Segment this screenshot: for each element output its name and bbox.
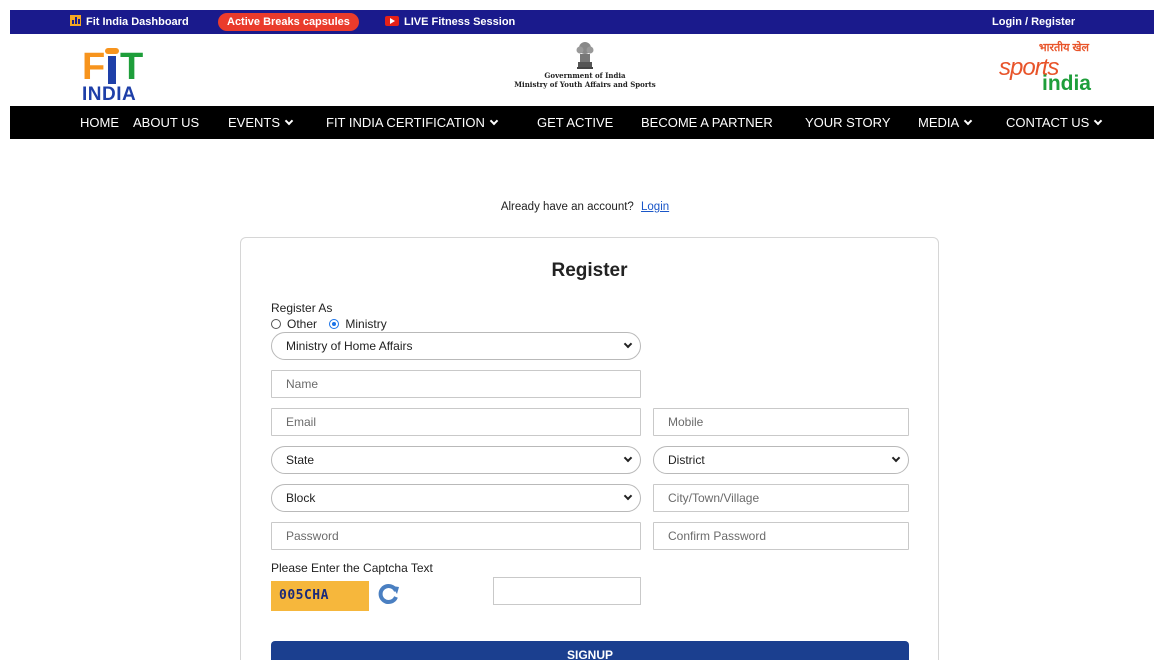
login-prompt: Already have an account? Login — [0, 201, 1164, 213]
captcha-image: 005CHA — [271, 581, 369, 611]
nav-fit-india-certification[interactable]: FIT INDIA CERTIFICATION — [326, 106, 499, 139]
name-input[interactable]: Name — [271, 370, 641, 398]
gov-line-1: Government of India — [544, 71, 626, 80]
fit-india-dashboard-link[interactable]: Fit India Dashboard — [70, 10, 189, 34]
fit-india-logo[interactable]: F T INDIA — [82, 48, 172, 104]
register-as-radio-group: Other Ministry — [271, 317, 396, 331]
nav-become-a-partner[interactable]: BECOME A PARTNER — [641, 106, 773, 139]
chevron-down-icon — [623, 339, 633, 349]
refresh-captcha-icon[interactable] — [378, 583, 400, 605]
youtube-play-icon — [385, 16, 399, 26]
chevron-down-icon — [891, 453, 901, 463]
mobile-input[interactable]: Mobile — [653, 408, 909, 436]
nav-events[interactable]: EVENTS — [228, 106, 294, 139]
confirm-password-input[interactable]: Confirm Password — [653, 522, 909, 550]
dashboard-label: Fit India Dashboard — [86, 16, 189, 28]
active-breaks-capsules-link[interactable]: Active Breaks capsules — [218, 13, 359, 31]
nav-your-story[interactable]: YOUR STORY — [805, 106, 890, 139]
ministry-select[interactable]: Ministry of Home Affairs — [271, 332, 641, 360]
city-town-village-input[interactable]: City/Town/Village — [653, 484, 909, 512]
main-nav: HOME ABOUT US EVENTS FIT INDIA CERTIFICA… — [10, 106, 1154, 139]
fit-logo-india-text: INDIA — [82, 84, 137, 105]
live-fitness-session-link[interactable]: LIVE Fitness Session — [385, 10, 515, 34]
district-select[interactable]: District — [653, 446, 909, 474]
radio-other[interactable] — [271, 319, 281, 329]
register-title: Register — [551, 260, 628, 281]
site-header: F T INDIA Government of India Ministry o… — [10, 34, 1154, 106]
login-register-link[interactable]: Login / Register — [992, 10, 1075, 34]
bar-chart-icon — [70, 15, 81, 26]
password-input[interactable]: Password — [271, 522, 641, 550]
chevron-down-icon — [623, 491, 633, 501]
radio-other-label[interactable]: Other — [287, 317, 317, 331]
signup-button[interactable]: SIGNUP — [271, 641, 909, 660]
chevron-down-icon — [623, 453, 633, 463]
gov-line-2: Ministry of Youth Affairs and Sports — [514, 80, 656, 89]
national-emblem-icon — [576, 42, 594, 69]
top-bar: Fit India Dashboard Active Breaks capsul… — [10, 10, 1154, 34]
register-card: Register Register As Other Ministry Mini… — [240, 237, 939, 660]
government-emblem-block: Government of India Ministry of Youth Af… — [500, 40, 670, 89]
chevron-down-icon — [489, 116, 499, 126]
nav-contact-us[interactable]: CONTACT US — [1006, 106, 1103, 139]
captcha-label: Please Enter the Captcha Text — [271, 561, 433, 575]
nav-media[interactable]: MEDIA — [918, 106, 973, 139]
block-select[interactable]: Block — [271, 484, 641, 512]
chevron-down-icon — [1094, 116, 1103, 126]
chevron-down-icon — [963, 116, 973, 126]
login-link[interactable]: Login — [641, 201, 669, 213]
radio-ministry-label[interactable]: Ministry — [345, 317, 386, 331]
login-prompt-text: Already have an account? — [500, 201, 634, 213]
sports-authority-of-india-logo[interactable]: भारतीय खेल sports india — [995, 40, 1095, 96]
captcha-input[interactable] — [493, 577, 641, 605]
register-as-label: Register As — [271, 301, 333, 315]
nav-home[interactable]: HOME — [80, 106, 119, 139]
chevron-down-icon — [284, 116, 294, 126]
live-label: LIVE Fitness Session — [404, 16, 516, 28]
radio-ministry[interactable] — [329, 319, 340, 329]
nav-about-us[interactable]: ABOUT US — [133, 106, 199, 139]
nav-get-active[interactable]: GET ACTIVE — [537, 106, 613, 139]
email-input[interactable]: Email — [271, 408, 641, 436]
state-select[interactable]: State — [271, 446, 641, 474]
